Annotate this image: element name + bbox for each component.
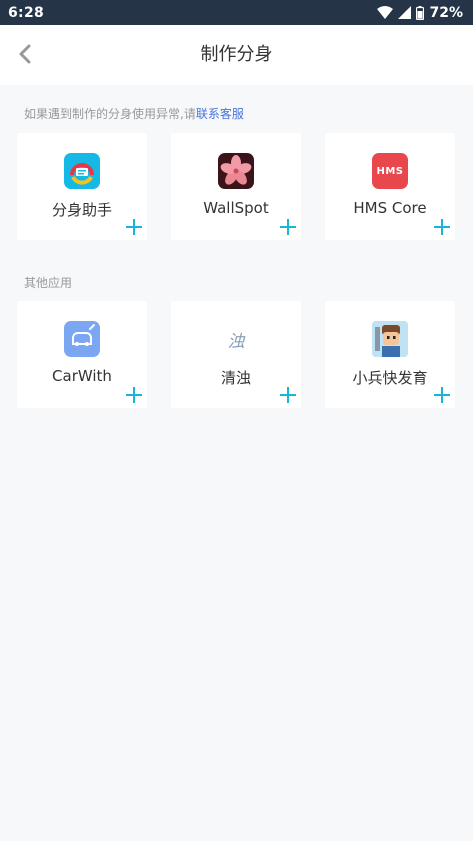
- notice-text: 如果遇到制作的分身使用异常,请联系客服: [24, 105, 244, 122]
- app-name: CarWith: [52, 367, 112, 385]
- contact-support-link[interactable]: 联系客服: [196, 107, 244, 121]
- hms-core-icon: HMS: [372, 153, 408, 189]
- add-icon[interactable]: [434, 387, 450, 403]
- battery-level: 72%: [429, 4, 463, 21]
- section-label-other-apps: 其他应用: [24, 276, 73, 290]
- qingzhuo-icon: 浊: [218, 321, 254, 357]
- add-icon[interactable]: [280, 387, 296, 403]
- app-name: HMS Core: [353, 199, 427, 217]
- app-name: 分身助手: [51, 201, 112, 219]
- wifi-icon: [377, 6, 394, 19]
- soldier-game-icon: [372, 321, 408, 357]
- signal-icon: [398, 6, 412, 19]
- status-bar: 6:28 72%: [0, 0, 473, 25]
- wallspot-icon: [218, 153, 254, 189]
- add-icon[interactable]: [126, 219, 142, 235]
- notice-message: 如果遇到制作的分身使用异常,请: [24, 107, 196, 121]
- app-card-wallspot[interactable]: WallSpot: [171, 133, 301, 240]
- status-icons: 72%: [377, 5, 463, 21]
- app-name: 小兵快发育: [352, 369, 428, 387]
- battery-icon: [416, 5, 425, 20]
- app-card-qingzhuo[interactable]: 浊 清浊: [171, 301, 301, 408]
- app-bar: 制作分身: [0, 25, 473, 85]
- app-name: WallSpot: [203, 199, 269, 217]
- clone-assistant-icon: [64, 153, 100, 189]
- carwith-icon: [64, 321, 100, 357]
- add-icon[interactable]: [126, 387, 142, 403]
- page-title: 制作分身: [200, 44, 273, 65]
- add-icon[interactable]: [434, 219, 450, 235]
- app-card-carwith[interactable]: CarWith: [17, 301, 147, 408]
- app-card-hms-core[interactable]: HMS HMS Core: [325, 133, 455, 240]
- app-card-clone-assistant[interactable]: 分身助手: [17, 133, 147, 240]
- status-time: 6:28: [8, 4, 45, 21]
- app-name: 清浊: [220, 369, 251, 387]
- app-card-soldier-game[interactable]: 小兵快发育: [325, 301, 455, 408]
- add-icon[interactable]: [280, 219, 296, 235]
